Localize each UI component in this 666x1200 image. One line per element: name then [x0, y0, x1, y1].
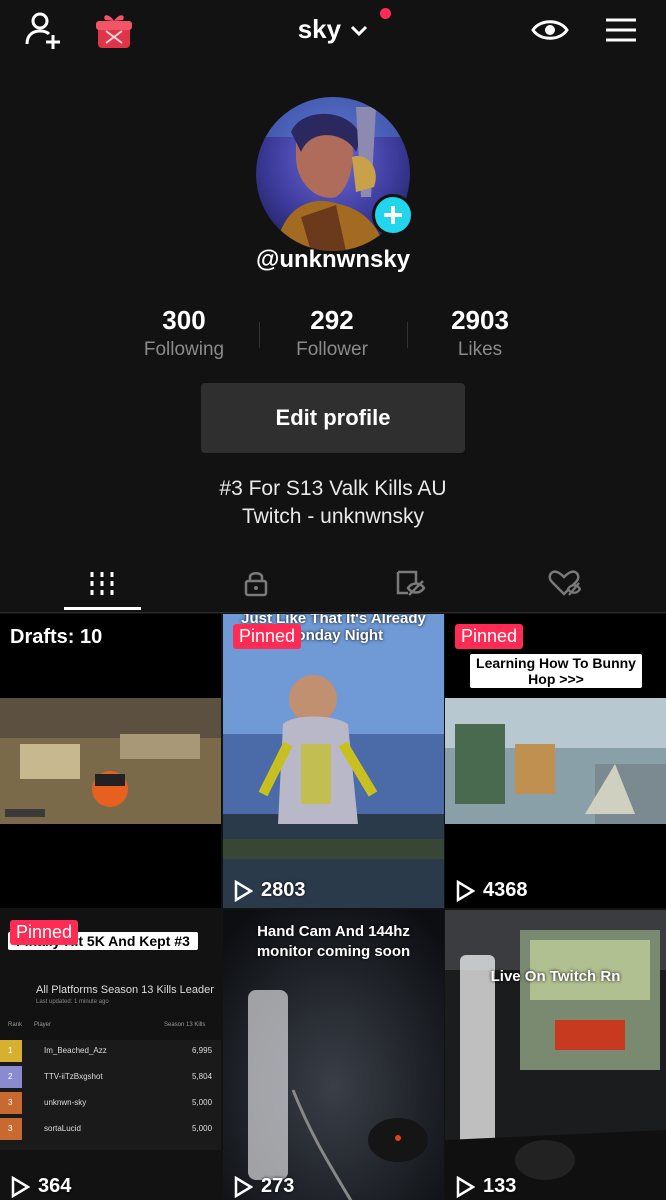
- leaderboard-rank: 3: [8, 1124, 13, 1133]
- view-count: 2803: [233, 879, 306, 902]
- profile-bio: #3 For S13 Valk Kills AU Twitch - unknwn…: [0, 475, 666, 531]
- leaderboard-kills: 6,995: [192, 1046, 213, 1055]
- video-tile[interactable]: Live On Twitch Rn 133: [445, 910, 666, 1200]
- view-count: 4368: [455, 879, 528, 902]
- view-count-value: 273: [261, 1175, 295, 1197]
- video-overlay-text: Learning How To Bunny Hop >>>: [470, 654, 642, 688]
- leaderboard-col-rank: Rank: [8, 1022, 23, 1028]
- stat-label: Likes: [457, 339, 503, 360]
- menu-icon[interactable]: [599, 8, 643, 52]
- videos-grid-icon: [90, 572, 114, 595]
- view-count-value: 364: [38, 1175, 72, 1197]
- view-count: 133: [455, 1175, 516, 1198]
- leaderboard-row: 3 unknwn-sky 5,000: [0, 1092, 221, 1118]
- bio-line: #3 For S13 Valk Kills AU: [219, 477, 447, 500]
- leaderboard-col-kills: Season 13 Kills: [164, 1022, 206, 1028]
- add-avatar-button[interactable]: [372, 194, 414, 236]
- stat-label: Follower: [296, 339, 368, 360]
- stat-following[interactable]: 300 Following: [110, 305, 258, 361]
- hidden-tag-icon: [396, 570, 426, 596]
- leaderboard-kills: 5,000: [192, 1124, 213, 1133]
- play-icon: [456, 1175, 475, 1198]
- top-bar: sky: [0, 0, 666, 60]
- leaderboard-player: sortaLucid: [44, 1124, 81, 1133]
- tab-liked[interactable]: [524, 555, 604, 611]
- leaderboard-row: 1 Im_Beached_Azz 6,995: [0, 1040, 221, 1066]
- leaderboard-kills: 5,804: [192, 1072, 213, 1081]
- leaderboard-player: TTV-iiTzBxgshot: [44, 1072, 103, 1081]
- pinned-badge: Pinned: [233, 624, 302, 649]
- leaderboard-rows: 1 Im_Beached_Azz 6,995 2 TTV-iiTzBxgshot…: [0, 1040, 221, 1144]
- bio-line: Twitch - unknwnsky: [241, 505, 425, 528]
- notification-dot: [380, 8, 391, 19]
- stat-likes[interactable]: 2903 Likes: [406, 305, 554, 361]
- view-count: 273: [233, 1175, 294, 1198]
- leaderboard-rank: 2: [8, 1072, 13, 1081]
- eye-icon[interactable]: [528, 8, 572, 52]
- pinned-badge: Pinned: [10, 920, 79, 945]
- video-tile[interactable]: Learning How To Bunny Hop >>> Pinned 436…: [445, 614, 666, 908]
- video-tile[interactable]: Hand Cam And 144hz monitor coming soon 2…: [223, 910, 444, 1200]
- video-tile[interactable]: Just Like That It's Already Monday Night…: [223, 614, 444, 908]
- view-count-value: 133: [483, 1175, 517, 1197]
- stat-label: Following: [143, 339, 225, 360]
- leaderboard-row: 3 sortaLucid 5,000: [0, 1118, 221, 1144]
- private-lock-icon: [244, 572, 268, 597]
- leaderboard-player: unknwn-sky: [44, 1098, 87, 1107]
- profile-tabs: [0, 555, 666, 613]
- stat-value: 292: [310, 305, 354, 335]
- tab-hidden[interactable]: [370, 555, 450, 611]
- stat-value: 2903: [451, 305, 509, 335]
- video-tile[interactable]: Finally Hit 5K And Kept #3 All Platforms…: [0, 910, 221, 1200]
- leaderboard-title: All Platforms Season 13 Kills Leader: [36, 984, 214, 996]
- play-icon: [456, 879, 475, 902]
- stat-follower[interactable]: 292 Follower: [258, 305, 406, 361]
- tab-private[interactable]: [216, 555, 296, 611]
- leaderboard-row: 2 TTV-iiTzBxgshot 5,804: [0, 1066, 221, 1092]
- leaderboard-col-player: Player: [34, 1022, 52, 1028]
- leaderboard-player: Im_Beached_Azz: [44, 1046, 107, 1055]
- play-icon: [234, 1175, 253, 1198]
- drafts-label: Drafts: 10: [10, 626, 103, 648]
- active-tab-indicator: [64, 607, 141, 610]
- leaderboard-updated: Last updated: 1 minute ago: [36, 999, 109, 1005]
- pinned-badge: Pinned: [455, 624, 524, 649]
- play-icon: [11, 1175, 30, 1198]
- liked-heart-icon: [548, 570, 581, 596]
- view-count-value: 2803: [261, 879, 306, 901]
- drafts-tile[interactable]: Drafts: 10: [0, 614, 221, 908]
- view-count-value: 4368: [483, 879, 528, 901]
- profile-handle: @unknwnsky: [255, 246, 411, 273]
- leaderboard-kills: 5,000: [192, 1098, 213, 1107]
- stat-value: 300: [162, 305, 206, 335]
- video-overlay-text: Hand Cam And 144hz monitor coming soon: [256, 923, 411, 960]
- chevron-down-icon: [350, 14, 368, 45]
- leaderboard-rank: 1: [8, 1046, 13, 1055]
- view-count: 364: [10, 1175, 71, 1198]
- edit-profile-button[interactable]: Edit profile: [201, 383, 465, 453]
- leaderboard-rank: 3: [8, 1098, 13, 1107]
- username-label: sky: [297, 13, 342, 44]
- video-overlay-text: Live On Twitch Rn: [490, 968, 621, 985]
- play-icon: [234, 879, 253, 902]
- tab-videos[interactable]: [62, 555, 142, 611]
